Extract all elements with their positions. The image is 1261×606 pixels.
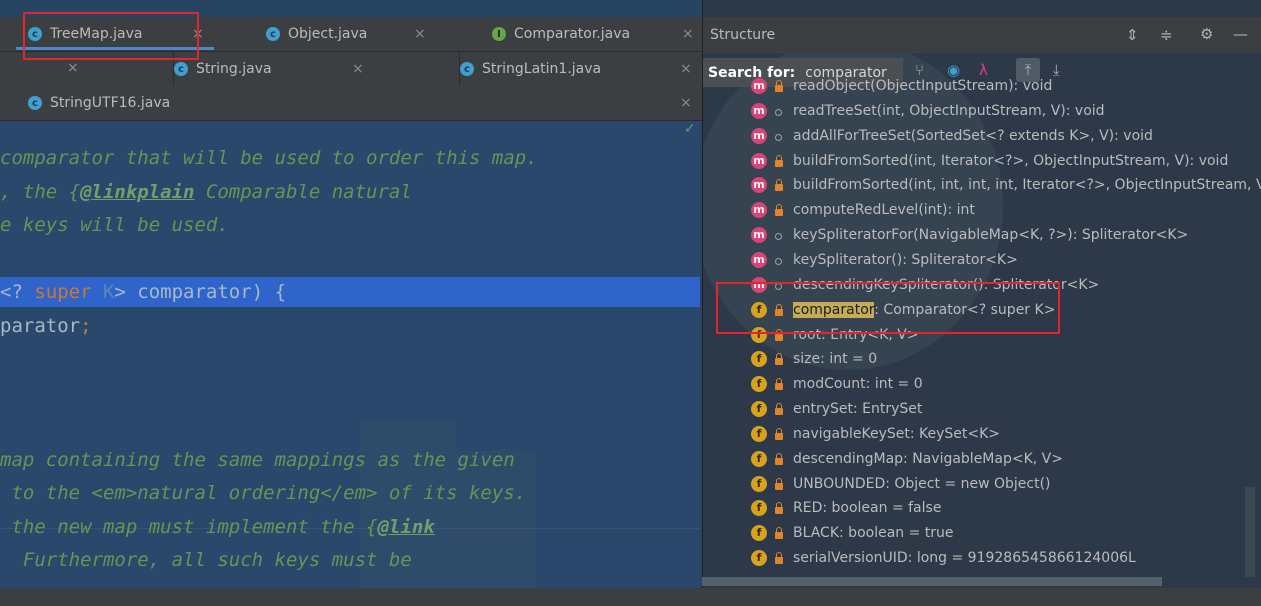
close-icon[interactable]: × <box>682 26 694 42</box>
item-label: buildFromSorted(int, Iterator<?>, Object… <box>793 152 1229 169</box>
tab-label: StringUTF16.java <box>50 95 171 111</box>
item-label: RED: boolean = false <box>793 500 942 517</box>
method-icon: m <box>751 251 767 268</box>
lock-icon <box>775 353 783 366</box>
lock-icon <box>775 378 783 391</box>
vertical-scrollbar[interactable] <box>1245 487 1255 577</box>
close-icon[interactable]: × <box>67 60 79 76</box>
code-line: , the {@linkplain Comparable natural <box>0 181 412 203</box>
field-icon: f <box>751 525 767 542</box>
item-label: navigableKeySet: KeySet<K> <box>793 425 1001 442</box>
item-label: BLACK: boolean = true <box>793 525 954 542</box>
editor-pane: c TreeMap.java × c Object.java × I Compa… <box>0 0 702 606</box>
lock-icon <box>775 154 783 167</box>
field-icon: f <box>751 450 767 467</box>
code-line: comparator that will be used to order th… <box>0 147 538 169</box>
field-icon: f <box>751 475 767 492</box>
package-private-icon <box>775 257 782 265</box>
field-icon: f <box>751 500 767 517</box>
item-label: keySpliterator(): Spliterator<K> <box>793 251 1018 268</box>
annotation-box-tab <box>23 12 199 60</box>
field-icon: f <box>751 425 767 442</box>
item-label: descendingMap: NavigableMap<K, V> <box>793 450 1063 467</box>
structure-header <box>703 17 1261 53</box>
code-line: the new map must implement the {@link <box>0 516 435 538</box>
minimize-icon[interactable]: — <box>1233 25 1248 43</box>
bottom-bar <box>0 588 1261 606</box>
sort-alpha-icon[interactable]: ⤓ <box>1053 61 1060 79</box>
item-label: buildFromSorted(int, int, int, int, Iter… <box>793 177 1261 194</box>
code-area[interactable]: comparator that will be used to order th… <box>0 121 700 606</box>
collapse-all-icon[interactable]: ≑ <box>1160 26 1173 44</box>
expand-all-icon[interactable]: ⇕ <box>1126 26 1139 44</box>
lock-icon <box>775 328 783 341</box>
item-label: addAllForTreeSet(SortedSet<? extends K>,… <box>793 127 1153 144</box>
close-icon[interactable]: × <box>680 95 692 111</box>
tab-comparator-java[interactable]: I Comparator.java × <box>492 17 700 51</box>
search-label: Search for: <box>708 64 796 81</box>
item-label: computeRedLevel(int): int <box>793 202 975 219</box>
panel-title: Structure <box>710 27 776 43</box>
annotation-box-field <box>716 282 1060 334</box>
item-label: serialVersionUID: long = 919286545866124… <box>793 550 1136 567</box>
lock-icon <box>775 403 783 416</box>
code-line: Furthermore, all such keys must be <box>0 549 412 571</box>
code-line: e keys will be used. <box>0 214 229 236</box>
method-icon: m <box>751 127 767 144</box>
package-private-icon <box>775 133 782 141</box>
selected-code-line: <? super K> comparator) { <box>0 277 700 307</box>
method-icon: m <box>751 78 767 94</box>
field-icon: f <box>751 376 767 393</box>
code-line: map containing the same mappings as the … <box>0 449 515 471</box>
field-icon: f <box>751 550 767 567</box>
lock-icon <box>775 527 783 540</box>
item-label: readObject(ObjectInputStream): void <box>793 78 1053 94</box>
close-icon[interactable]: × <box>352 61 364 77</box>
item-label: entrySet: EntrySet <box>793 401 923 418</box>
lock-icon <box>775 427 783 440</box>
tab-stringlatin1-java[interactable]: c StringLatin1.java × <box>459 52 702 86</box>
tab-string-java[interactable]: c String.java × <box>173 52 371 86</box>
item-label: UNBOUNDED: Object = new Object() <box>793 475 1051 492</box>
item-label: modCount: int = 0 <box>793 376 923 393</box>
method-icon: m <box>751 152 767 169</box>
lock-icon <box>775 204 783 217</box>
method-icon: m <box>751 102 767 119</box>
package-private-icon <box>775 108 782 116</box>
code-line: to the <em>natural ordering</em> of its … <box>0 482 527 504</box>
close-icon[interactable]: × <box>680 61 692 77</box>
tab-label: Comparator.java <box>514 26 631 42</box>
item-label: size: int = 0 <box>793 351 878 368</box>
field-icon: f <box>751 351 767 368</box>
close-icon[interactable]: × <box>414 26 426 42</box>
method-icon: m <box>751 202 767 219</box>
method-icon: m <box>751 227 767 244</box>
tab-label: String.java <box>196 61 272 77</box>
field-icon: f <box>751 401 767 418</box>
lock-icon <box>775 502 783 515</box>
class-icon: c <box>266 27 280 41</box>
tab-stringutf16-java[interactable]: c StringUTF16.java × <box>28 86 698 120</box>
class-icon: c <box>28 96 42 110</box>
item-label: readTreeSet(int, ObjectInputStream, V): … <box>793 102 1105 119</box>
class-icon: c <box>460 62 474 76</box>
tab-object-java[interactable]: c Object.java × <box>266 17 436 51</box>
gear-icon[interactable]: ⚙ <box>1200 25 1213 43</box>
tab-label: StringLatin1.java <box>482 61 602 77</box>
tab-label: Object.java <box>288 26 368 42</box>
check-icon: ✓ <box>684 121 696 137</box>
lock-icon <box>775 477 783 490</box>
lock-icon <box>775 552 783 565</box>
class-icon: c <box>174 62 188 76</box>
editor-tab-row: c StringUTF16.java × <box>0 86 702 121</box>
horizontal-scrollbar[interactable] <box>702 577 1162 586</box>
interface-icon: I <box>492 27 506 41</box>
lock-icon <box>775 80 783 92</box>
method-icon: m <box>751 177 767 194</box>
code-line: parator; <box>0 315 92 337</box>
lock-icon <box>775 179 783 192</box>
item-label: keySpliteratorFor(NavigableMap<K, ?>): S… <box>793 227 1189 244</box>
lock-icon <box>775 452 783 465</box>
